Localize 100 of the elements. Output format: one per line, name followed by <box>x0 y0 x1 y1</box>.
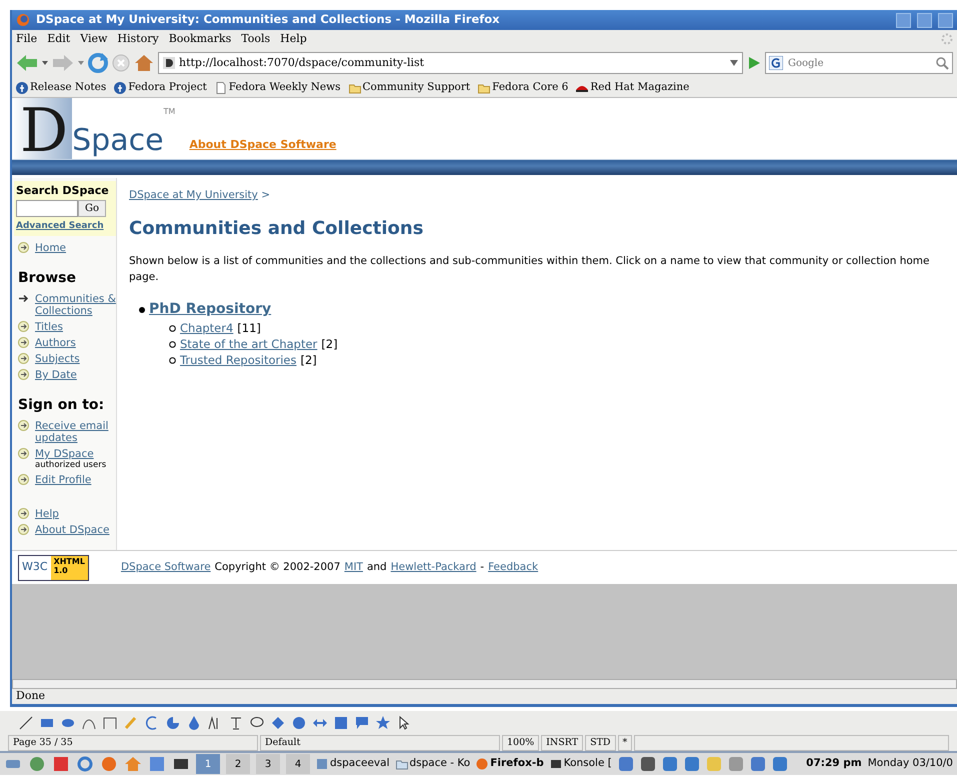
google-icon[interactable] <box>769 56 783 70</box>
footer-text: - <box>480 560 484 575</box>
dropdown-icon[interactable] <box>78 61 84 65</box>
tray-icon[interactable] <box>618 756 634 772</box>
tray-icon[interactable] <box>684 756 700 772</box>
minimize-button[interactable] <box>896 12 911 28</box>
flowchart-icon[interactable] <box>333 715 349 731</box>
task-button[interactable]: Konsole [ <box>550 756 612 772</box>
nav-link[interactable]: Authors <box>35 337 76 349</box>
nav-link[interactable]: Edit Profile <box>35 474 92 486</box>
tray-icon[interactable] <box>772 756 788 772</box>
status-field: STD <box>585 735 616 751</box>
bullet-icon <box>169 324 176 332</box>
text-icon[interactable] <box>228 715 244 731</box>
address-field[interactable]: http://localhost:7070/dspace/community-list <box>158 52 743 74</box>
bookmark-icon <box>16 82 28 94</box>
arrow-circle-icon <box>18 508 29 519</box>
footer-link[interactable]: DSpace Software <box>120 560 211 576</box>
collection-link[interactable]: Chapter4 <box>180 320 234 336</box>
bookmark-link[interactable]: Fedora Weekly News <box>214 80 341 96</box>
status-field: * <box>618 735 632 751</box>
stop-icon[interactable] <box>112 54 130 72</box>
menu-item[interactable]: View <box>80 30 108 48</box>
bullet-icon <box>139 306 145 313</box>
shapes-icon[interactable] <box>270 715 286 731</box>
home-icon[interactable] <box>134 54 154 72</box>
status-field: Default <box>260 735 500 751</box>
circle-icon[interactable] <box>291 715 307 731</box>
bookmark-link[interactable]: Community Support <box>348 80 470 96</box>
polygon-icon[interactable] <box>102 715 118 731</box>
drop-icon[interactable] <box>186 715 202 731</box>
arrow-circle-icon <box>18 524 29 535</box>
bookmark-link[interactable]: Red Hat Magazine <box>576 80 690 96</box>
dropdown-icon[interactable] <box>730 60 738 66</box>
nav-link[interactable]: Subjects <box>35 353 80 365</box>
menu-item[interactable]: Edit <box>47 30 70 48</box>
footer-link[interactable]: MIT <box>344 560 363 576</box>
footer-link[interactable]: Hewlett-Packard <box>390 560 476 576</box>
task-button[interactable]: dspaceeval <box>316 756 390 772</box>
nav-link[interactable]: Help <box>35 508 59 520</box>
speech-bubble-icon[interactable] <box>354 715 370 731</box>
desktop-button[interactable]: 2 <box>226 754 250 774</box>
tray-icon[interactable] <box>750 756 766 772</box>
menu-item[interactable]: History <box>117 30 159 48</box>
window-icon <box>316 758 328 770</box>
arrow-circle-icon <box>18 474 29 485</box>
arrow-circle-icon <box>18 420 29 431</box>
search-input[interactable] <box>16 200 78 216</box>
footer-link[interactable]: Feedback <box>488 560 538 576</box>
star-icon[interactable] <box>375 715 391 731</box>
close-button[interactable] <box>938 12 953 28</box>
window-icon <box>550 758 562 770</box>
window-icon <box>396 758 408 770</box>
menu-item[interactable]: File <box>16 30 38 48</box>
line-icon[interactable] <box>18 715 34 731</box>
status-field: 100% <box>502 735 540 751</box>
pencil-icon[interactable] <box>123 715 139 731</box>
advanced-search-link[interactable]: Advanced Search <box>16 220 104 230</box>
nav-link[interactable]: My DSpace <box>35 448 106 460</box>
desktop-button[interactable]: 3 <box>256 754 280 774</box>
search-icon[interactable] <box>935 56 949 70</box>
go-button[interactable]: Go <box>78 200 106 216</box>
tray-icon[interactable] <box>662 756 678 772</box>
task-button[interactable]: Firefox-b <box>476 756 544 772</box>
nav-link[interactable]: Home <box>35 242 66 254</box>
community-link[interactable]: PhD Repository <box>149 299 272 320</box>
go-icon[interactable] <box>747 56 761 70</box>
arrow-circle-icon <box>18 242 29 253</box>
status-text: Done <box>12 689 957 707</box>
nav-link[interactable]: Communities & Collections <box>35 293 116 317</box>
bookmark-link[interactable]: Fedora Project <box>114 80 207 96</box>
dropdown-icon[interactable] <box>42 61 48 65</box>
menu-item[interactable]: Help <box>280 30 307 48</box>
collection-link[interactable]: Trusted Repositories <box>180 352 296 368</box>
nav-link[interactable]: Receive email updates <box>35 420 116 444</box>
status-field: Page 35 / 35 <box>8 735 258 751</box>
desktop-button[interactable]: 4 <box>286 754 310 774</box>
horizontal-scrollbar[interactable] <box>12 679 957 689</box>
address-text: http://localhost:7070/dspace/community-list <box>179 54 426 71</box>
reload-icon[interactable] <box>88 53 108 73</box>
sign-on-heading: Sign on to: <box>18 396 106 415</box>
task-button[interactable]: dspace - Ko <box>396 756 470 772</box>
tray-icon[interactable] <box>640 756 656 772</box>
search-box[interactable]: Google <box>765 52 953 74</box>
page-icon <box>214 82 227 94</box>
nav-link[interactable]: Titles <box>35 321 63 333</box>
window-icon <box>476 758 488 770</box>
status-field: INSRT <box>541 735 584 751</box>
menu-item[interactable]: Bookmarks <box>168 30 232 48</box>
bullet-icon <box>169 356 176 364</box>
nav-link[interactable]: By Date <box>35 369 77 381</box>
bookmark-link[interactable]: Fedora Core 6 <box>478 80 568 96</box>
breadcrumb-separator: > <box>261 189 270 201</box>
maximize-button[interactable] <box>917 12 932 28</box>
pie-icon[interactable] <box>165 715 181 731</box>
breadcrumb-link[interactable]: DSpace at My University <box>129 189 258 201</box>
menu-item[interactable]: Tools <box>241 30 270 48</box>
bookmark-link[interactable]: Release Notes <box>16 80 106 96</box>
nav-link[interactable]: About DSpace <box>35 524 110 536</box>
collection-link[interactable]: State of the art Chapter <box>180 336 318 352</box>
